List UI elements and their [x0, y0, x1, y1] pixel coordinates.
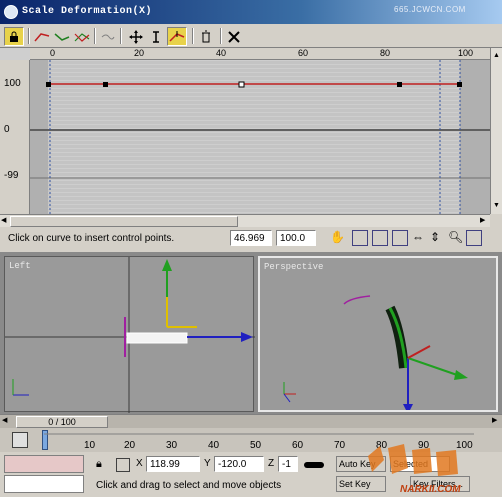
x-coordinate-field[interactable]: 118.99: [146, 456, 200, 472]
ruler-label: 100: [458, 48, 474, 58]
delete-control-point-icon[interactable]: [196, 27, 216, 46]
window-title: Scale Deformation(X): [22, 6, 153, 17]
prompt-line: Click and drag to select and move object…: [96, 480, 282, 491]
viewport-left[interactable]: Left: [4, 256, 255, 413]
scroll-thumb[interactable]: [10, 216, 238, 227]
horizontal-scrollbar[interactable]: ◀ ▶: [0, 214, 490, 227]
vertical-scrollbar[interactable]: ▲ ▼: [490, 48, 502, 214]
curve-editor: 100 0 -99 0 20 40 60 80 100: [0, 48, 502, 214]
time-slider-thumb[interactable]: 0 / 100: [16, 416, 108, 428]
control-point[interactable]: [397, 82, 402, 87]
trackbar-label: 50: [250, 440, 262, 451]
app-logo-icon[interactable]: [4, 5, 18, 19]
trackbar-label: 20: [124, 440, 136, 451]
z-label: Z: [268, 458, 275, 469]
vertical-scale: 100 0 -99: [0, 60, 30, 214]
mini-curve-editor-icon[interactable]: [12, 432, 28, 448]
deformation-toolbar: [0, 24, 502, 48]
frame-ruler: 0 20 40 60 80 100: [30, 48, 490, 60]
move-control-point-icon[interactable]: [126, 27, 146, 46]
trackbar-label: 60: [292, 440, 304, 451]
zoom-horizontal-extents-icon[interactable]: [372, 230, 388, 246]
trackbar-label: 10: [84, 440, 96, 451]
editor-statusbar: Click on curve to insert control points.…: [0, 228, 502, 248]
y-label: Y: [204, 458, 211, 469]
listener-pink[interactable]: [4, 455, 84, 473]
ruler-label: 40: [216, 48, 227, 58]
lock-icon[interactable]: [4, 27, 24, 46]
watermark-url: NARKII.COM: [400, 484, 461, 495]
viewport-perspective[interactable]: Perspective: [258, 256, 498, 412]
insert-corner-point-icon[interactable]: [167, 27, 187, 46]
scroll-down-icon[interactable]: ▼: [493, 202, 500, 209]
ruler-label: 60: [298, 48, 309, 58]
scale-label-mid: 0: [4, 124, 10, 135]
x-label: X: [136, 458, 143, 469]
viewports: Left Perspective: [0, 252, 502, 414]
swap-curves-icon[interactable]: [98, 27, 118, 46]
key-icon[interactable]: [304, 462, 324, 468]
zoom-horizontal-icon[interactable]: ⇔: [412, 230, 424, 244]
ruler-label: 80: [380, 48, 391, 58]
reset-curve-icon[interactable]: [224, 27, 244, 46]
trackbar-label: 70: [334, 440, 346, 451]
pan-icon[interactable]: ✋: [330, 230, 346, 246]
control-point[interactable]: [103, 82, 108, 87]
zoom-region-icon[interactable]: [466, 230, 482, 246]
zoom-vertical-extents-icon[interactable]: [392, 230, 408, 246]
trackbar-label: 30: [166, 440, 178, 451]
next-frame-icon[interactable]: ▶: [492, 416, 497, 424]
perspective-viewport-scene: [283, 295, 468, 410]
control-point-selected[interactable]: [238, 81, 245, 88]
display-xy-icon[interactable]: [72, 27, 92, 46]
scale-control-point-icon[interactable]: [146, 27, 166, 46]
absolute-mode-icon[interactable]: [116, 458, 130, 472]
status-message: Click on curve to insert control points.: [8, 233, 175, 244]
z-coordinate-field[interactable]: -1: [278, 456, 298, 472]
frame-field[interactable]: 46.969: [230, 230, 272, 246]
control-point[interactable]: [46, 82, 51, 87]
prev-frame-icon[interactable]: ◀: [2, 416, 7, 424]
trackbar-label: 40: [208, 440, 220, 451]
title-bar: Scale Deformation(X) 665.JCWCN.COM: [0, 0, 502, 24]
left-viewport-scene: [5, 257, 255, 413]
y-coordinate-field[interactable]: -120.0: [214, 456, 264, 472]
ruler-label: 20: [134, 48, 145, 58]
zoom-vertical-icon[interactable]: ⇕: [430, 230, 440, 244]
listener-white[interactable]: [4, 475, 84, 493]
time-slider[interactable]: ◀ 0 / 100 ▶: [0, 414, 502, 428]
curve-graph[interactable]: [30, 60, 490, 214]
scroll-right-icon[interactable]: ▶: [480, 216, 485, 224]
ruler-label: 0: [50, 48, 56, 58]
zoom-extents-icon[interactable]: [352, 230, 368, 246]
control-point[interactable]: [457, 82, 462, 87]
watermark-text: 665.JCWCN.COM: [394, 5, 466, 14]
zoom-icon[interactable]: 🔍︎: [448, 230, 463, 244]
display-y-icon[interactable]: [52, 27, 72, 46]
display-x-icon[interactable]: [32, 27, 52, 46]
scroll-up-icon[interactable]: ▲: [493, 52, 500, 59]
selection-lock-icon[interactable]: 🔒︎: [96, 458, 102, 471]
scale-label-bottom: -99: [4, 170, 19, 181]
scale-field[interactable]: 100.0: [276, 230, 316, 246]
scale-label-top: 100: [4, 78, 21, 89]
watermark-logo: NARKII.COM: [368, 444, 461, 495]
scroll-left-icon[interactable]: ◀: [1, 216, 6, 224]
